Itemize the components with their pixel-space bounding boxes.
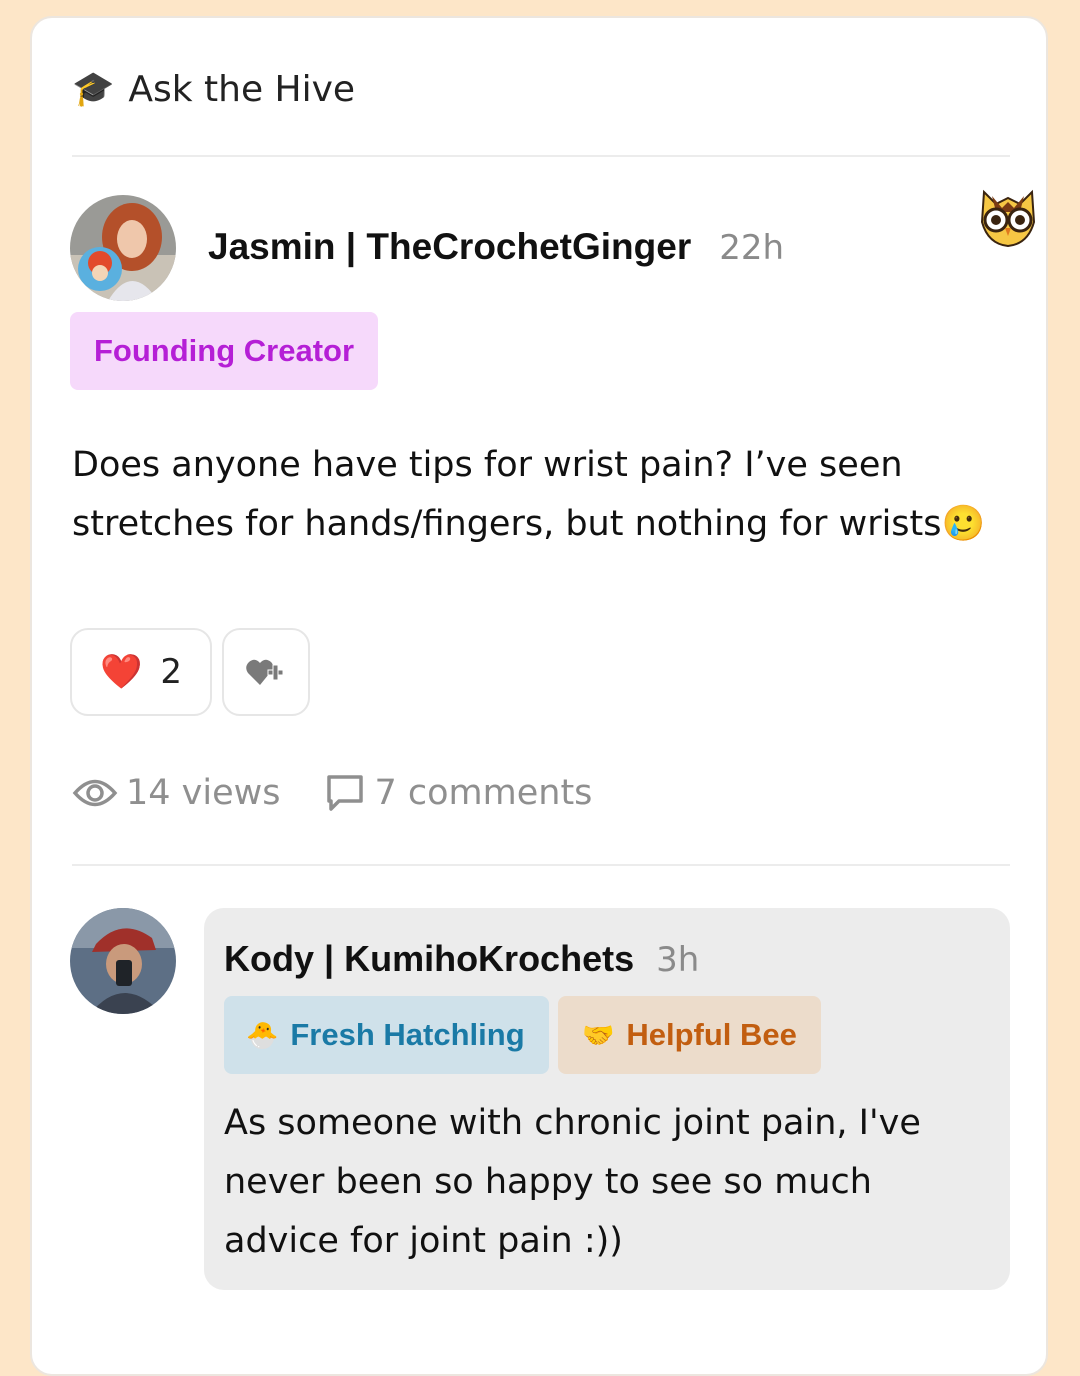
post-author-name[interactable]: Jasmin | TheCrochetGinger — [208, 226, 691, 267]
views-count: 14 views — [126, 773, 281, 813]
eye-icon — [72, 779, 118, 807]
comment-bubble: Kody | KumihoKrochets 3h 🐣 Fresh Hatchlin… — [204, 908, 1010, 1290]
owl-icon — [980, 189, 1036, 248]
post-text: Does anyone have tips for wrist pain? I’… — [72, 445, 942, 544]
helpful-bee-badge: 🤝 Helpful Bee — [558, 996, 821, 1074]
add-reaction-button[interactable] — [222, 628, 310, 716]
comment-time: 3h — [656, 940, 700, 980]
comment-author[interactable]: Kody | KumihoKrochets 3h — [224, 938, 699, 980]
comments-count[interactable]: 7 comments — [375, 773, 593, 813]
comment-author-name[interactable]: Kody | KumihoKrochets — [224, 938, 634, 979]
reaction-count: 2 — [160, 652, 182, 692]
badge-label: Founding Creator — [94, 333, 355, 368]
divider — [72, 864, 1010, 866]
smiling-tear-emoji: 🥲 — [941, 504, 986, 544]
heart-icon: ❤️ — [100, 652, 143, 692]
comment-icon — [326, 775, 363, 811]
post-card: 🎓 Ask the Hive Jasmin | TheCrochetGinger… — [30, 16, 1048, 1376]
heart-reaction-button[interactable]: ❤️ 2 — [70, 628, 212, 716]
category-header[interactable]: 🎓 Ask the Hive — [72, 64, 355, 114]
comments-link[interactable]: 7 comments — [325, 773, 593, 813]
handshake-icon: 🤝 — [582, 1019, 615, 1050]
founding-creator-badge: Founding Creator — [70, 312, 379, 390]
comment-body: As someone with chronic joint pain, I've… — [224, 1103, 921, 1261]
commenter-avatar[interactable] — [70, 908, 176, 1014]
category-title: Ask the Hive — [128, 68, 356, 110]
post-time: 22h — [719, 228, 785, 268]
divider — [72, 155, 1010, 157]
hatching-chick-icon: 🐣 — [246, 1019, 279, 1050]
badge-label: Helpful Bee — [626, 1017, 797, 1052]
post-author[interactable]: Jasmin | TheCrochetGinger 22h — [208, 226, 784, 268]
graduation-cap-icon: 🎓 — [72, 69, 115, 109]
author-avatar[interactable] — [70, 195, 176, 301]
heart-plus-icon — [246, 659, 284, 685]
fresh-hatchling-badge: 🐣 Fresh Hatchling — [224, 996, 549, 1074]
badge-label: Fresh Hatchling — [290, 1017, 525, 1052]
post-body: Does anyone have tips for wrist pain? I’… — [72, 436, 1012, 554]
post-stats: 14 views 7 comments — [72, 773, 592, 813]
